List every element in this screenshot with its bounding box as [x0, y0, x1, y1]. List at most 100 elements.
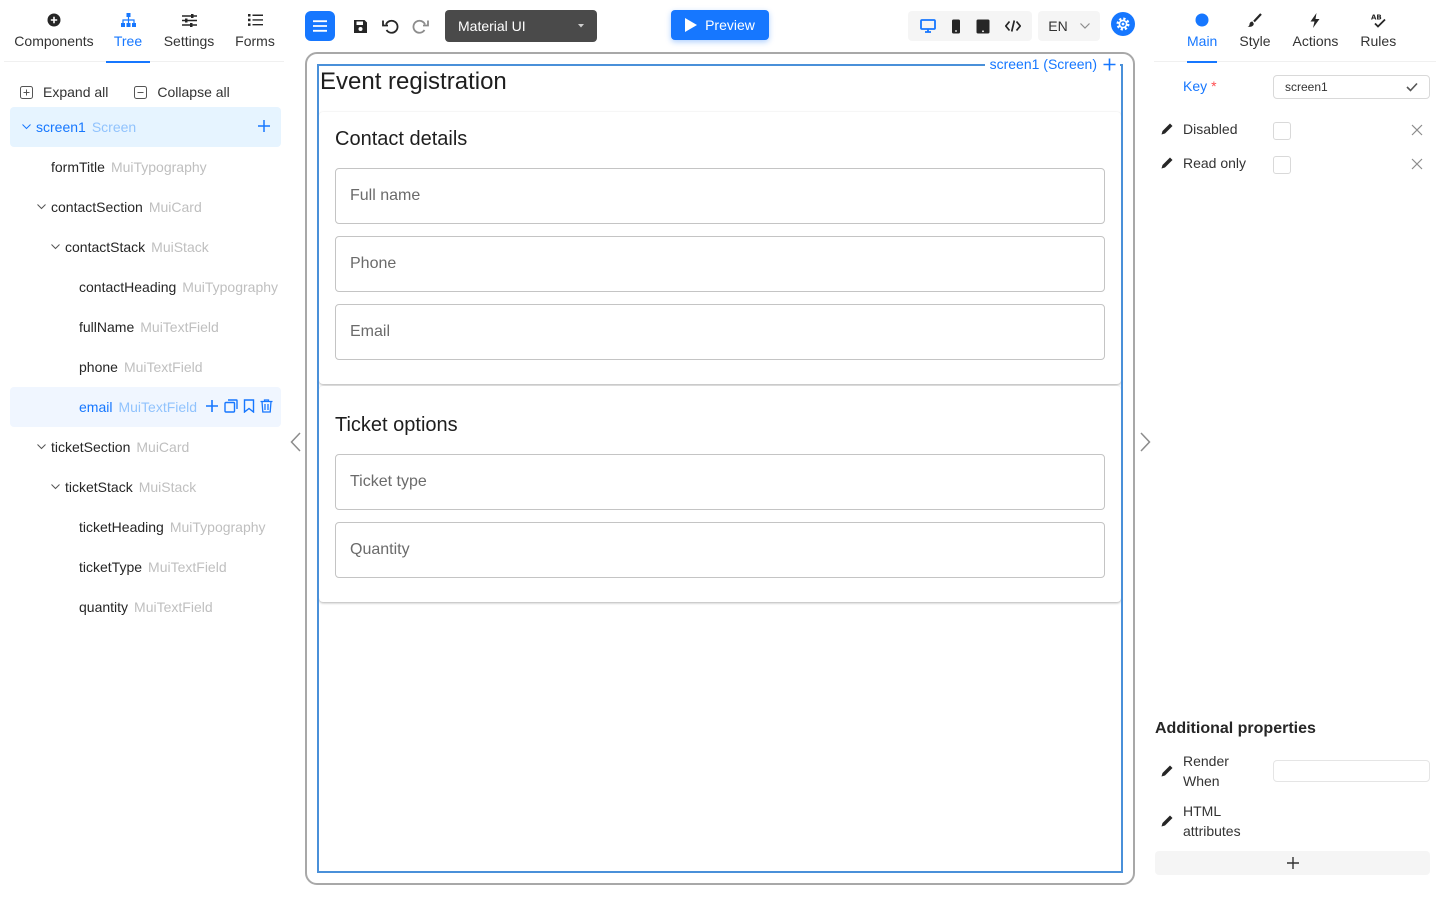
tree-node-ticketSection[interactable]: ticketSection MuiCard [10, 427, 281, 467]
tree-node-ticketHeading[interactable]: ticketHeading MuiTypography [10, 507, 281, 547]
preview-button[interactable]: Preview [671, 10, 769, 40]
tab-tree[interactable]: Tree [104, 0, 152, 63]
tree-node-type: MuiTypography [110, 159, 207, 175]
language-select[interactable]: EN [1038, 11, 1100, 41]
pencil-icon[interactable] [1160, 122, 1174, 136]
pencil-icon[interactable] [1160, 156, 1174, 170]
save-icon [353, 19, 368, 34]
chevron-down-icon[interactable] [35, 204, 47, 210]
tree-node-email[interactable]: email MuiTextField [10, 387, 281, 427]
pencil-icon[interactable] [1160, 814, 1174, 828]
undo-icon [381, 18, 399, 34]
expand-all-label: Expand all [43, 84, 109, 100]
theme-select[interactable]: Material UI [445, 10, 597, 42]
tree-controls: Expand all Collapse all [20, 84, 256, 100]
tab-forms[interactable]: Forms [226, 0, 284, 62]
render-when-input[interactable] [1273, 760, 1430, 782]
code-icon[interactable] [1004, 20, 1021, 32]
key-input-value: screen1 [1285, 80, 1328, 94]
pencil-icon[interactable] [1160, 764, 1174, 778]
chevron-down-icon[interactable] [35, 444, 47, 450]
collapse-left-panel-button[interactable] [290, 432, 301, 452]
tree-node-type: MuiTextField [148, 559, 227, 575]
tree-node-name: contactHeading [79, 279, 177, 295]
mobile-icon[interactable] [951, 19, 961, 34]
tab-rules[interactable]: AB Rules [1360, 0, 1396, 62]
tree-node-contactStack[interactable]: contactStack MuiStack [10, 227, 281, 267]
tab-actions-label: Actions [1292, 33, 1339, 49]
clear-read-only-icon[interactable] [1411, 158, 1423, 170]
tree-node-name: phone [79, 359, 118, 375]
copy-icon[interactable] [224, 399, 238, 413]
add-child-icon[interactable] [257, 119, 271, 133]
redo-button[interactable] [408, 11, 432, 41]
tab-settings[interactable]: Settings [152, 0, 226, 62]
hamburger-icon [313, 20, 327, 32]
collapse-all-button[interactable]: Collapse all [134, 84, 230, 100]
menu-button[interactable] [305, 11, 335, 41]
additional-properties-title: Additional properties [1155, 720, 1316, 737]
chevron-down-icon[interactable] [49, 244, 61, 250]
tab-style-label: Style [1239, 33, 1271, 49]
tree-node-type: MuiTextField [118, 399, 198, 415]
add-component-icon[interactable] [1103, 58, 1116, 71]
required-mark: * [1211, 78, 1217, 94]
read-only-checkbox[interactable] [1273, 156, 1291, 174]
chevron-down-icon[interactable] [49, 484, 61, 490]
gear-icon [1114, 15, 1132, 33]
tree-node-ticketStack[interactable]: ticketStack MuiStack [10, 467, 281, 507]
clear-disabled-icon[interactable] [1411, 124, 1423, 136]
tab-components[interactable]: Components [4, 0, 104, 62]
tree-node-contactSection[interactable]: contactSection MuiCard [10, 187, 281, 227]
tree-node-name: formTitle [51, 159, 105, 175]
read-only-property: Read only [1160, 155, 1273, 171]
key-input[interactable]: screen1 [1273, 75, 1430, 99]
tree-node-screen1[interactable]: screen1 Screen [10, 107, 281, 147]
tab-style[interactable]: Style [1239, 0, 1270, 62]
add-icon[interactable] [205, 399, 219, 413]
tree-node-name: contactSection [51, 199, 143, 215]
bookmark-icon[interactable] [243, 399, 255, 413]
disabled-property: Disabled [1160, 121, 1273, 137]
caret-down-icon [578, 24, 584, 28]
key-label-text: Key [1183, 78, 1208, 94]
undo-button[interactable] [378, 11, 402, 41]
trash-icon[interactable] [260, 399, 273, 413]
tree-node-type: MuiTextField [134, 599, 213, 615]
tab-main[interactable]: Main [1187, 0, 1218, 63]
tree-node-type: MuiCard [136, 439, 190, 455]
tree-node-type: MuiTextField [140, 319, 219, 335]
list-icon [247, 12, 263, 28]
tree-node-phone[interactable]: phone MuiTextField [10, 347, 281, 387]
add-html-attribute-button[interactable] [1155, 851, 1430, 875]
tree-node-formTitle[interactable]: formTitle MuiTypography [10, 147, 281, 187]
desktop-icon[interactable] [919, 19, 936, 33]
right-tabs: Main Style Actions AB Rules [1154, 0, 1436, 63]
redo-icon [412, 18, 429, 34]
chevron-left-icon [290, 432, 301, 452]
tree-node-type: MuiCard [148, 199, 202, 215]
expand-all-button[interactable]: Expand all [20, 84, 108, 100]
tablet-icon[interactable] [976, 19, 990, 34]
tree-node-name: fullName [79, 319, 135, 335]
brush-icon [1247, 12, 1263, 28]
render-when-label: Render When [1183, 753, 1229, 789]
tree-icon [120, 12, 136, 28]
tree-node-quantity[interactable]: quantity MuiTextField [10, 587, 281, 627]
tab-actions[interactable]: Actions [1292, 0, 1338, 62]
check-icon[interactable] [1406, 82, 1418, 92]
minus-square-icon [134, 85, 148, 99]
chevron-down-icon[interactable] [20, 124, 32, 130]
screen-label: screen1 (Screen) [984, 56, 1120, 72]
settings-button[interactable] [1111, 12, 1135, 36]
tree-node-contactHeading[interactable]: contactHeading MuiTypography [10, 267, 281, 307]
tree-node-ticketType[interactable]: ticketType MuiTextField [10, 547, 281, 587]
language-value: EN [1048, 18, 1068, 34]
disabled-checkbox[interactable] [1273, 122, 1291, 140]
tab-rules-label: Rules [1360, 33, 1397, 49]
plus-icon [1286, 857, 1299, 869]
tab-forms-label: Forms [235, 33, 275, 49]
save-button[interactable] [348, 11, 372, 41]
theme-select-value: Material UI [458, 18, 526, 34]
tree-node-fullName[interactable]: fullName MuiTextField [10, 307, 281, 347]
